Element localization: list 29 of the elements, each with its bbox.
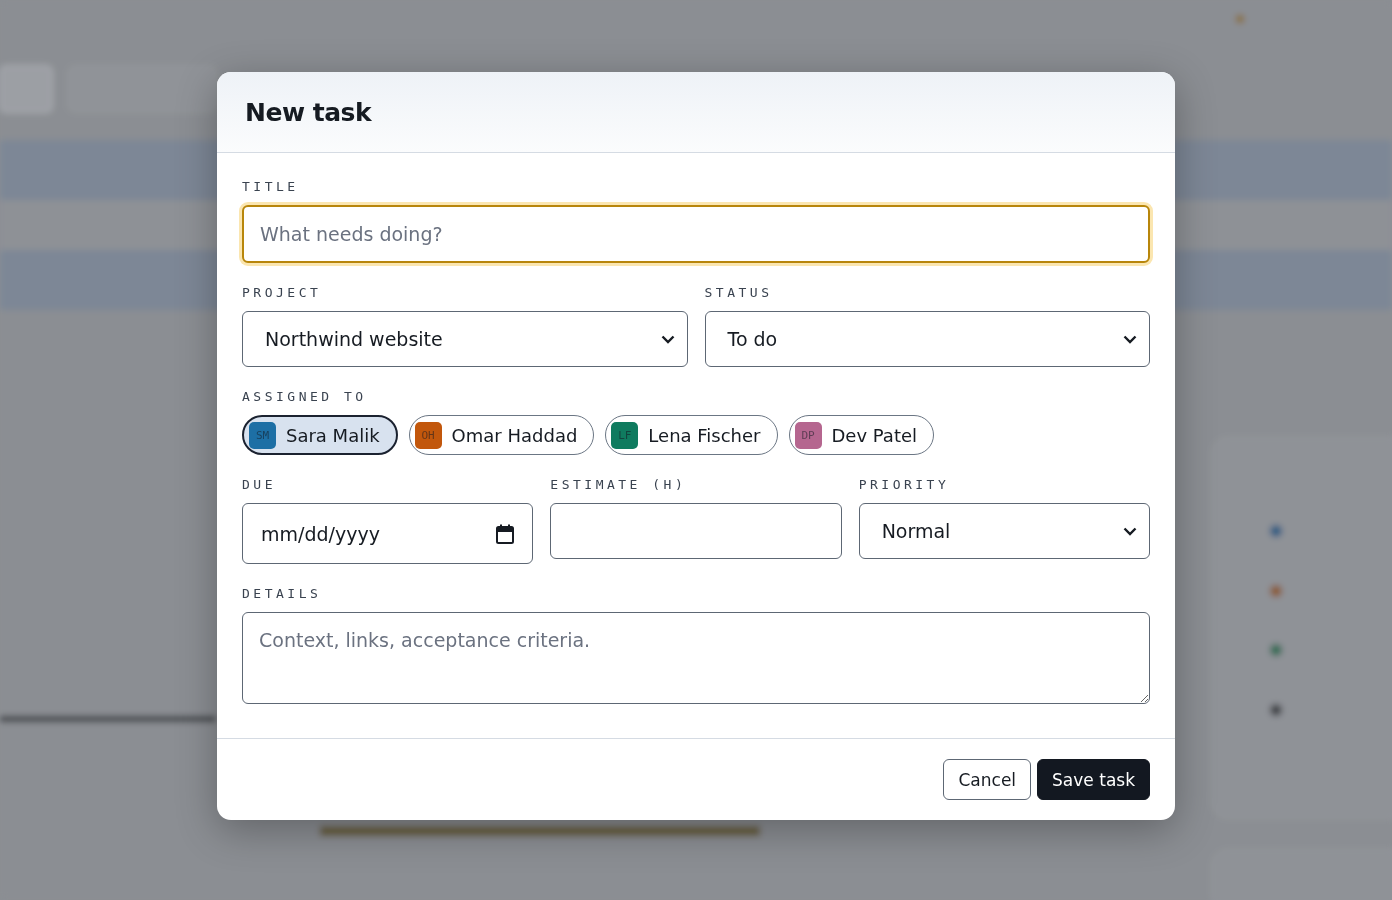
chevron-down-icon — [660, 334, 675, 344]
field-label: STATUS — [704, 285, 773, 300]
blurred-status-dot — [1236, 15, 1244, 23]
assignee-chip[interactable]: SM Sara Malik — [242, 415, 398, 455]
field-label: ESTIMATE (H) — [550, 477, 687, 492]
dropdown[interactable]: To do — [704, 311, 1150, 367]
assignee-chip[interactable]: OH Omar Haddad — [408, 415, 595, 455]
details-field[interactable]: Context, links, acceptance criteria. — [242, 612, 1150, 704]
estimate-field[interactable] — [550, 503, 842, 559]
field-label: ASSIGNED TO — [242, 389, 367, 404]
calendar-icon — [496, 523, 515, 544]
field-label: PROJECT — [242, 285, 322, 300]
dropdown[interactable]: Normal — [858, 503, 1150, 559]
field-label: DUE — [242, 477, 276, 492]
title-field[interactable]: What needs doing? — [242, 205, 1150, 263]
field-label: PRIORITY — [858, 477, 950, 492]
save-button[interactable]: Save task — [1037, 759, 1150, 800]
avatar-initials: OH — [414, 421, 442, 449]
assignee-chip[interactable]: DP Dev Patel — [788, 415, 935, 455]
avatar-initials: DP — [794, 421, 822, 449]
chevron-down-icon — [1123, 334, 1137, 344]
cancel-button[interactable]: Cancel — [943, 759, 1032, 800]
dialog-title: New task — [245, 98, 371, 127]
field-label: DETAILS — [242, 586, 322, 601]
avatar-initials: SM — [249, 421, 276, 449]
dropdown[interactable]: Northwind website — [242, 311, 688, 367]
field-label: TITLE — [242, 179, 299, 194]
date-field[interactable]: mm/dd/yyyy — [242, 503, 534, 564]
chevron-down-icon — [1123, 526, 1137, 536]
